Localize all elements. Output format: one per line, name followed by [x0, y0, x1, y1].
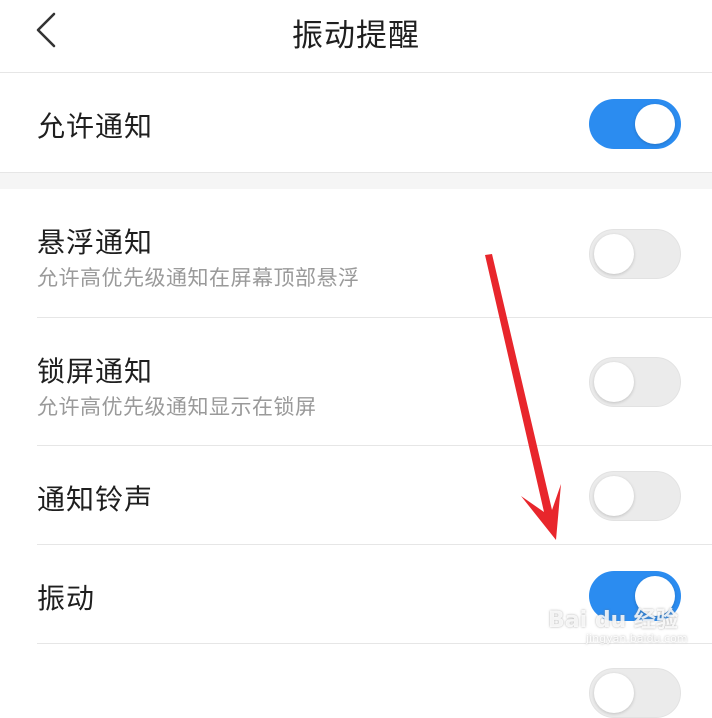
notification-ringtone-toggle[interactable] [589, 471, 681, 521]
top-bar: 振动提醒 [0, 0, 712, 73]
setting-row-vibration[interactable]: 振动 [0, 545, 712, 643]
setting-subtitle: 允许高优先级通知在屏幕顶部悬浮 [37, 266, 360, 290]
setting-title: 允许通知 [37, 110, 154, 143]
toggle-knob [594, 234, 634, 274]
setting-title: 通知铃声 [37, 483, 154, 516]
lockscreen-notifications-toggle[interactable] [589, 357, 681, 407]
vibration-toggle[interactable] [589, 571, 681, 621]
setting-title: 振动 [37, 582, 96, 615]
setting-row-lockscreen-notifications[interactable]: 锁屏通知 允许高优先级通知显示在锁屏 [0, 318, 712, 445]
setting-row-notification-ringtone[interactable]: 通知铃声 [0, 446, 712, 544]
toggle-knob [594, 362, 634, 402]
page-title: 振动提醒 [292, 18, 420, 54]
toggle-knob [635, 104, 675, 144]
partial-toggle [589, 668, 681, 718]
section-divider [0, 172, 712, 190]
setting-row-floating-notifications[interactable]: 悬浮通知 允许高优先级通知在屏幕顶部悬浮 [0, 189, 712, 317]
toggle-knob [635, 576, 675, 616]
setting-row-allow-notifications[interactable]: 允许通知 [0, 73, 712, 172]
toggle-knob [594, 673, 634, 713]
setting-title: 锁屏通知 [37, 355, 154, 388]
setting-title: 悬浮通知 [37, 226, 154, 259]
floating-notifications-toggle[interactable] [589, 229, 681, 279]
toggle-knob [594, 476, 634, 516]
allow-notifications-toggle[interactable] [589, 99, 681, 149]
setting-row-partial [0, 644, 712, 718]
setting-subtitle: 允许高优先级通知显示在锁屏 [37, 395, 317, 419]
